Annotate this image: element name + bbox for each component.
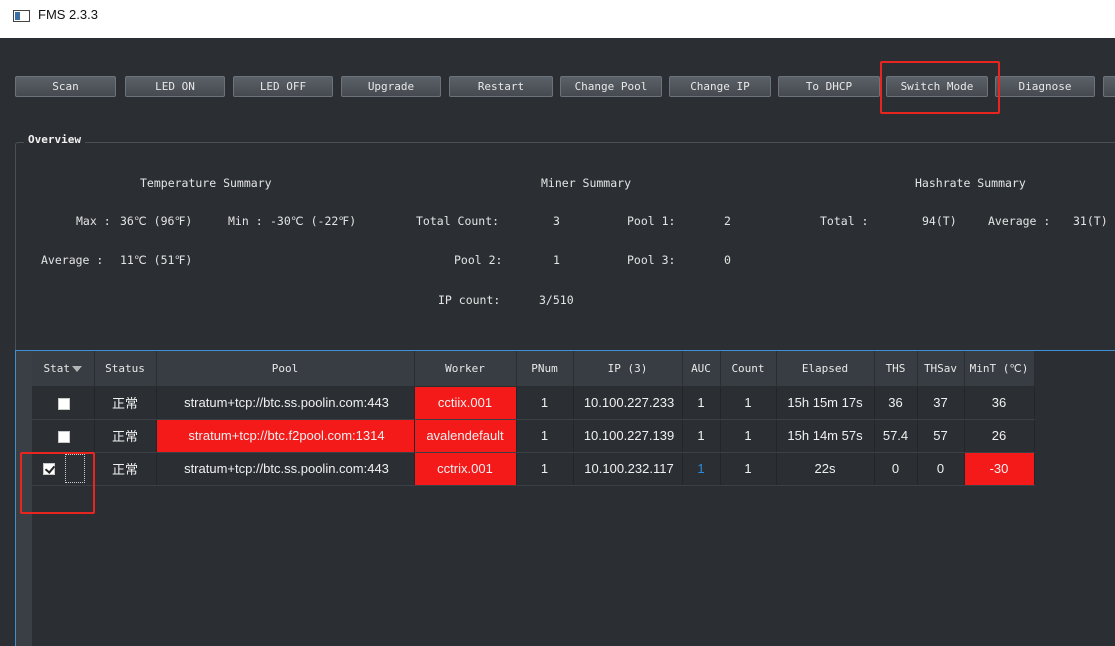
column-header-count[interactable]: Count [720, 351, 777, 387]
thsav-cell: 57 [917, 419, 965, 453]
column-header-ip[interactable]: IP (3) [573, 351, 683, 387]
pool-cell: stratum+tcp://btc.f2pool.com:1314 [156, 419, 415, 453]
worker-cell: avalendefault [414, 419, 517, 453]
hashrate-average-label: Average : [988, 214, 1051, 228]
total-count-label: Total Count: [416, 214, 500, 228]
thsav-cell: 0 [917, 452, 965, 486]
pool3-label: Pool 3: [627, 253, 676, 267]
to-dhcp-button[interactable]: To DHCP [778, 76, 880, 97]
count-cell: 1 [720, 452, 777, 486]
worker-cell: cctiix.001 [414, 386, 517, 420]
column-header-worker[interactable]: Worker [414, 351, 517, 387]
worker-cell: cctrix.001 [414, 452, 517, 486]
hashrate-summary-heading: Hashrate Summary [915, 176, 1026, 190]
auc-cell: 1 [682, 452, 721, 486]
status-cell: 正常 [94, 452, 157, 486]
pool1-label: Pool 1: [627, 214, 676, 228]
status-cell: 正常 [94, 419, 157, 453]
ip-cell: 10.100.232.117 [573, 452, 683, 486]
column-header-stat[interactable]: Stat [32, 351, 95, 387]
pool2-label: Pool 2: [454, 253, 503, 267]
row-select-cell[interactable] [32, 419, 95, 453]
window-title: FMS 2.3.3 [38, 7, 98, 22]
elapsed-cell: 22s [776, 452, 875, 486]
temp-average-label: Average : [41, 253, 104, 267]
change-ip-button[interactable]: Change IP [669, 76, 771, 97]
pool2-value: 1 [553, 253, 560, 267]
column-header-ths[interactable]: THS [874, 351, 918, 387]
ths-cell: 36 [874, 386, 918, 420]
row-checkbox[interactable] [58, 397, 71, 410]
total-count-value: 3 [553, 214, 560, 228]
hashrate-average-value: 31(T) [1073, 214, 1108, 228]
sort-dropdown-icon[interactable] [72, 365, 82, 372]
count-cell: 1 [720, 419, 777, 453]
column-header-auc[interactable]: AUC [682, 351, 721, 387]
hashrate-total-value: 94(T) [922, 214, 957, 228]
pool-cell: stratum+tcp://btc.ss.poolin.com:443 [156, 452, 415, 486]
column-header-elapsed[interactable]: Elapsed [776, 351, 875, 387]
count-cell: 1 [720, 386, 777, 420]
ip-cell: 10.100.227.139 [573, 419, 683, 453]
auc-cell: 1 [682, 386, 721, 420]
column-header-mint[interactable]: MinT (℃) [964, 351, 1035, 387]
table-row[interactable]: 正常 stratum+tcp://btc.f2pool.com:1314 ava… [32, 419, 1035, 453]
row-select-cell[interactable] [32, 386, 95, 420]
led-off-button[interactable]: LED OFF [233, 76, 333, 97]
ip-cell: 10.100.227.233 [573, 386, 683, 420]
temperature-summary-heading: Temperature Summary [140, 176, 272, 190]
change-pool-button[interactable]: Change Pool [560, 76, 662, 97]
ip-count-value: 3/510 [539, 293, 574, 307]
mint-cell: -30 [964, 452, 1035, 486]
column-header-pnum[interactable]: PNum [516, 351, 574, 387]
column-header-pool[interactable]: Pool [156, 351, 415, 387]
elapsed-cell: 15h 15m 17s [776, 386, 875, 420]
table-row[interactable]: 正常 stratum+tcp://btc.ss.poolin.com:443 c… [32, 386, 1035, 420]
ths-cell: 57.4 [874, 419, 918, 453]
elapsed-cell: 15h 14m 57s [776, 419, 875, 453]
app-window-icon [13, 10, 30, 22]
hashrate-total-label: Total : [820, 214, 869, 228]
restart-button[interactable]: Restart [449, 76, 553, 97]
pnum-cell: 1 [516, 386, 574, 420]
status-cell: 正常 [94, 386, 157, 420]
toolbar-overflow-button[interactable] [1103, 76, 1115, 97]
mint-cell: 36 [964, 386, 1035, 420]
row-checkbox[interactable] [58, 430, 71, 443]
diagnose-button[interactable]: Diagnose [995, 76, 1095, 97]
temp-max-label: Max : [76, 214, 111, 228]
column-header-thsav[interactable]: THSav [917, 351, 965, 387]
pool-cell: stratum+tcp://btc.ss.poolin.com:443 [156, 386, 415, 420]
pool1-value: 2 [724, 214, 731, 228]
miner-table: Stat Status Pool Worker PNum IP (3) AUC … [32, 351, 1035, 486]
pnum-cell: 1 [516, 419, 574, 453]
temp-min-label: Min : [228, 214, 263, 228]
checkbox-highlight-box [20, 452, 95, 514]
auc-cell: 1 [682, 419, 721, 453]
upgrade-button[interactable]: Upgrade [341, 76, 441, 97]
pool3-value: 0 [724, 253, 731, 267]
pnum-cell: 1 [516, 452, 574, 486]
table-row[interactable]: 正常 stratum+tcp://btc.ss.poolin.com:443 c… [32, 452, 1035, 486]
table-header-row: Stat Status Pool Worker PNum IP (3) AUC … [32, 351, 1035, 387]
ip-count-label: IP count: [438, 293, 501, 307]
title-bar: FMS 2.3.3 [0, 0, 1115, 38]
temp-average-value: 11℃ (51℉) [120, 253, 193, 267]
overview-title: Overview [24, 133, 85, 146]
switch-mode-highlight-box [880, 61, 1000, 114]
miner-summary-heading: Miner Summary [541, 176, 632, 190]
ths-cell: 0 [874, 452, 918, 486]
scan-button[interactable]: Scan [15, 76, 116, 97]
column-header-status[interactable]: Status [94, 351, 157, 387]
thsav-cell: 37 [917, 386, 965, 420]
temp-max-value: 36℃ (96℉) [120, 214, 193, 228]
main-panel: Scan LED ON LED OFF Upgrade Restart Chan… [0, 38, 1115, 646]
led-on-button[interactable]: LED ON [125, 76, 225, 97]
mint-cell: 26 [964, 419, 1035, 453]
temp-min-value: -30℃ (-22℉) [270, 214, 357, 228]
column-header-stat-label: Stat [43, 361, 71, 375]
